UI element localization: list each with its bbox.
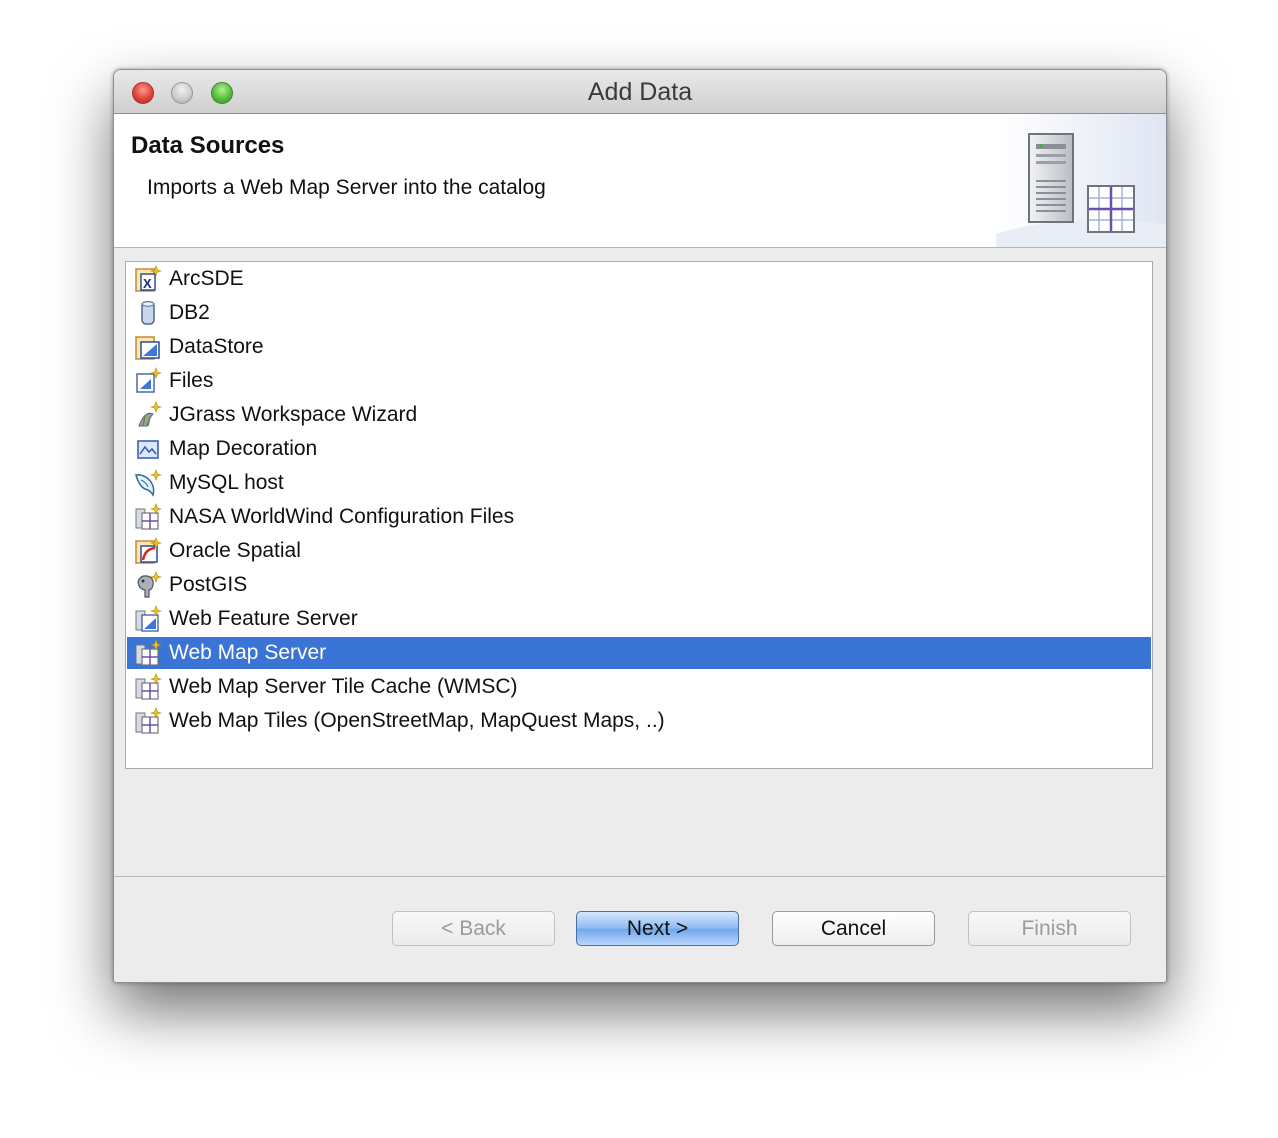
- data-source-list[interactable]: X ArcSDE DB2 DataStore Files JGrass Work…: [125, 261, 1153, 769]
- wizard-banner: Data Sources Imports a Web Map Server in…: [114, 114, 1166, 248]
- list-item-label: Web Map Server Tile Cache (WMSC): [169, 675, 518, 698]
- page-description: Imports a Web Map Server into the catalo…: [147, 176, 546, 199]
- db2-icon: [141, 301, 155, 325]
- cancel-button[interactable]: Cancel: [772, 911, 935, 946]
- wms-icon: [135, 639, 163, 666]
- list-item[interactable]: Map Decoration: [127, 433, 1151, 465]
- jgrass-icon: [138, 401, 163, 427]
- list-item-label: JGrass Workspace Wizard: [169, 403, 418, 426]
- list-item[interactable]: Web Map Tiles (OpenStreetMap, MapQuest M…: [127, 705, 1151, 737]
- list-item-label: Map Decoration: [169, 437, 318, 460]
- map-decoration-icon: [137, 440, 159, 459]
- list-item-label: Files: [169, 369, 214, 392]
- list-item[interactable]: Web Map Server Tile Cache (WMSC): [127, 671, 1151, 703]
- list-item-label: Web Map Tiles (OpenStreetMap, MapQuest M…: [169, 709, 665, 732]
- list-item[interactable]: Files: [127, 365, 1151, 397]
- postgis-icon: [137, 571, 163, 598]
- footer-separator: [114, 876, 1166, 877]
- list-item-label: DataStore: [169, 335, 264, 358]
- window-title: Add Data: [587, 78, 693, 106]
- next-button[interactable]: Next >: [576, 911, 739, 946]
- list-item-label: DB2: [169, 301, 210, 324]
- worldwind-icon: [135, 503, 163, 530]
- page-title: Data Sources: [131, 132, 285, 159]
- list-item[interactable]: X ArcSDE: [127, 263, 1151, 295]
- web-map-tiles-icon: [135, 707, 163, 734]
- finish-button[interactable]: Finish: [968, 911, 1131, 946]
- wmsc-icon: [135, 673, 163, 700]
- server-grid-icon: [996, 114, 1166, 247]
- list-item-label: Web Feature Server: [169, 607, 358, 630]
- title-bar[interactable]: Add Data: [114, 70, 1166, 114]
- list-item[interactable]: Oracle Spatial: [127, 535, 1151, 567]
- list-item[interactable]: MySQL host: [127, 467, 1151, 499]
- mysql-icon: [135, 469, 163, 497]
- files-icon: [136, 367, 163, 393]
- list-item-label: ArcSDE: [169, 267, 244, 290]
- datastore-icon: [135, 336, 160, 360]
- list-item-label: MySQL host: [169, 471, 284, 494]
- list-item-label: Web Map Server: [169, 641, 327, 664]
- list-item-label: PostGIS: [169, 573, 248, 596]
- back-button[interactable]: < Back: [392, 911, 555, 946]
- arcsde-icon: X: [135, 265, 163, 292]
- oracle-icon: [135, 537, 163, 564]
- list-item-label: NASA WorldWind Configuration Files: [169, 505, 515, 528]
- list-item-selected[interactable]: Web Map Server: [127, 637, 1151, 669]
- list-item-label: Oracle Spatial: [169, 539, 301, 562]
- list-item[interactable]: DB2: [127, 297, 1151, 329]
- list-item[interactable]: PostGIS: [127, 569, 1151, 601]
- svg-text:X: X: [143, 276, 152, 291]
- list-item[interactable]: DataStore: [127, 331, 1151, 363]
- list-item[interactable]: Web Feature Server: [127, 603, 1151, 635]
- add-data-dialog: Add Data Data Sources Imports a Web Map …: [113, 69, 1167, 983]
- list-item[interactable]: JGrass Workspace Wizard: [127, 399, 1151, 431]
- list-item[interactable]: NASA WorldWind Configuration Files: [127, 501, 1151, 533]
- wfs-icon: [135, 605, 163, 632]
